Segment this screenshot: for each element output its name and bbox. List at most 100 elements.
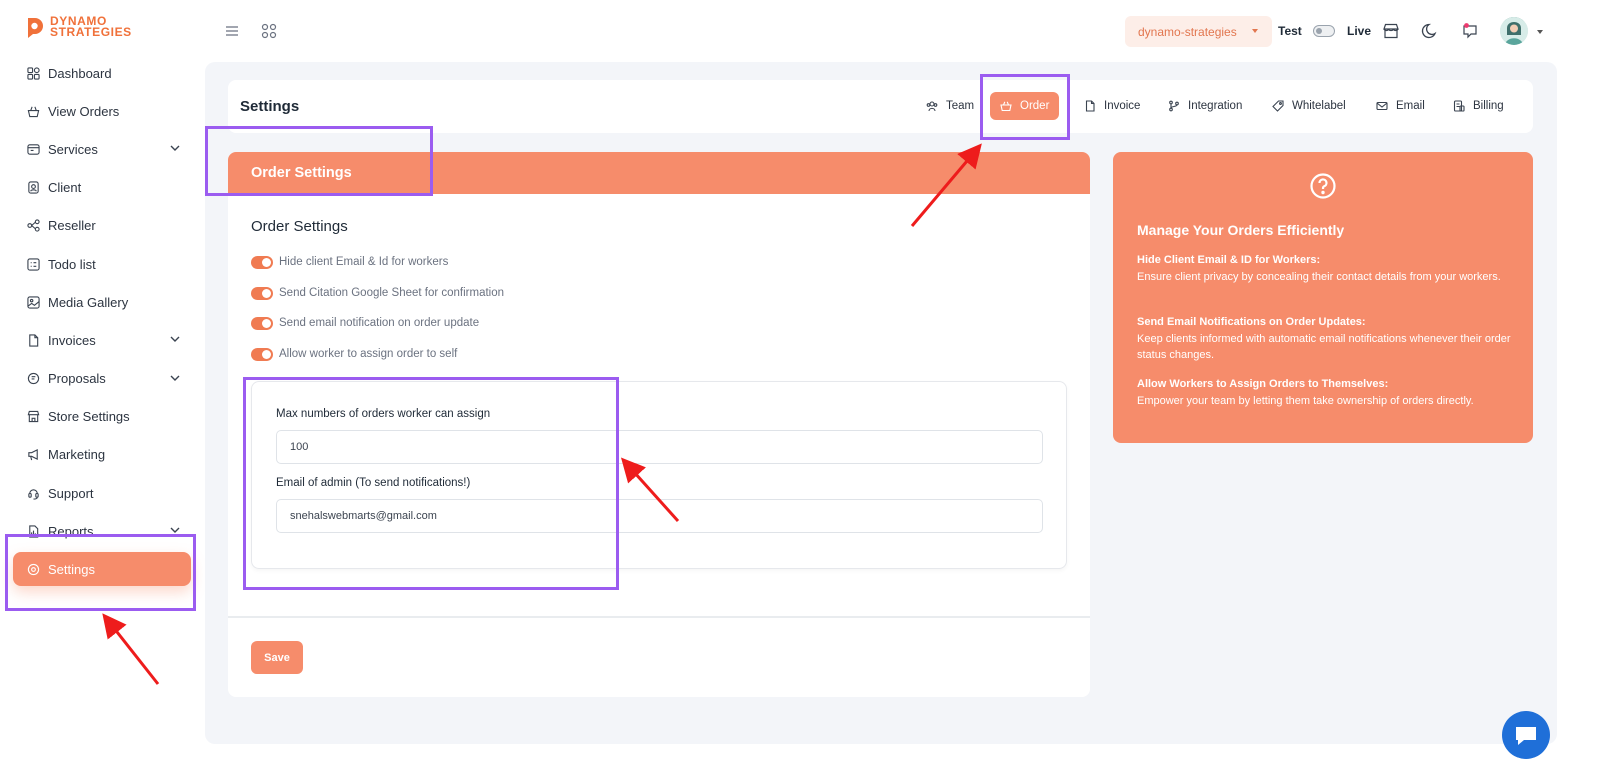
user-avatar[interactable]	[1500, 17, 1528, 45]
chevron-down-icon[interactable]	[169, 524, 181, 536]
sidebar: DYNAMO STRATEGIES Dashboard View Orders …	[0, 0, 205, 784]
top-header: dynamo-strategies Test Live	[205, 0, 1600, 62]
tab-label: Invoice	[1104, 100, 1141, 112]
toggle-switch[interactable]	[251, 347, 273, 361]
notification-icon[interactable]	[1461, 22, 1479, 40]
sidebar-item-todo-list[interactable]: Todo list	[13, 245, 191, 283]
order-settings-section-title: Order Settings	[251, 218, 348, 235]
help-block-text: Keep clients informed with automatic ema…	[1137, 332, 1511, 362]
sidebar-item-invoices[interactable]: Invoices	[13, 321, 191, 359]
sidebar-item-store-settings[interactable]: Store Settings	[13, 398, 191, 436]
sidebar-item-client[interactable]: Client	[13, 169, 191, 207]
chevron-down-icon[interactable]	[169, 142, 181, 154]
tab-invoice[interactable]: Invoice	[1074, 92, 1150, 120]
sidebar-item-dashboard[interactable]: Dashboard	[13, 54, 191, 92]
file-icon	[26, 333, 40, 347]
order-settings-card: Order Settings Order Settings Hide clien…	[228, 152, 1090, 697]
admin-email-label: Email of admin (To send notifications!)	[276, 477, 471, 489]
chat-bubble-icon	[1516, 727, 1536, 745]
basket-icon	[26, 104, 40, 118]
help-block-text: Ensure client privacy by concealing thei…	[1137, 270, 1501, 283]
tab-label: Whitelabel	[1292, 100, 1346, 112]
sidebar-item-settings[interactable]: Settings	[13, 552, 191, 587]
sidebar-item-services[interactable]: Services	[13, 130, 191, 168]
tab-email[interactable]: Email	[1366, 92, 1435, 120]
sidebar-item-reports[interactable]: Reports	[13, 512, 191, 550]
chevron-down-icon[interactable]	[169, 333, 181, 345]
help-block-text: Empower your team by letting them take o…	[1137, 394, 1474, 407]
services-icon	[26, 142, 40, 156]
main-content: Settings Team Order Invoice Integration …	[205, 62, 1557, 744]
store-selector[interactable]: dynamo-strategies	[1125, 16, 1272, 47]
settings-icon	[26, 562, 40, 576]
brand-line2: STRATEGIES	[50, 25, 132, 39]
sidebar-item-media-gallery[interactable]: Media Gallery	[13, 283, 191, 321]
team-icon	[926, 101, 938, 112]
tab-billing[interactable]: Billing	[1443, 92, 1514, 120]
help-card-title: Manage Your Orders Efficiently	[1137, 222, 1345, 238]
report-icon	[26, 524, 40, 538]
toggle-label: Allow worker to assign order to self	[279, 348, 458, 360]
billing-icon	[1453, 100, 1465, 112]
apps-icon[interactable]	[261, 23, 277, 39]
media-icon	[26, 295, 40, 309]
sidebar-item-label: Media Gallery	[48, 294, 129, 310]
store-front-icon[interactable]	[1382, 22, 1400, 40]
menu-icon[interactable]	[225, 24, 239, 38]
store-icon	[26, 410, 40, 424]
sidebar-item-reseller[interactable]: Reseller	[13, 207, 191, 245]
tab-whitelabel[interactable]: Whitelabel	[1262, 92, 1356, 120]
sidebar-item-label: Marketing	[48, 447, 106, 463]
sidebar-item-support[interactable]: Support	[13, 474, 191, 512]
caret-down-icon[interactable]	[1537, 30, 1543, 34]
caret-down-icon	[1252, 29, 1258, 33]
toggle-switch[interactable]	[251, 316, 273, 330]
toggle-worker-self-assign[interactable]: Allow worker to assign order to self	[251, 345, 457, 363]
help-block-heading: Hide Client Email & ID for Workers:	[1137, 254, 1321, 266]
tab-label: Integration	[1188, 100, 1243, 112]
tab-label: Team	[946, 100, 975, 112]
sidebar-item-proposals[interactable]: Proposals	[13, 360, 191, 398]
admin-email-input[interactable]	[276, 499, 1043, 533]
sidebar-item-label: Proposals	[48, 371, 106, 387]
max-orders-input[interactable]	[276, 430, 1043, 464]
order-settings-card-header: Order Settings	[228, 152, 1090, 194]
sidebar-nav: Dashboard View Orders Services Client Re…	[13, 54, 191, 587]
help-card: Manage Your Orders Efficiently Hide Clie…	[1113, 152, 1533, 443]
worker-limits-box: Max numbers of orders worker can assign …	[251, 381, 1067, 569]
chat-support-button[interactable]	[1502, 711, 1550, 759]
dark-mode-moon-icon[interactable]	[1421, 22, 1439, 40]
toggle-label: Send email notification on order update	[279, 317, 480, 329]
sidebar-item-label: Store Settings	[48, 409, 130, 425]
tab-order[interactable]: Order	[990, 92, 1060, 120]
sidebar-item-label: Services	[48, 141, 98, 157]
tab-label: Billing	[1473, 100, 1504, 112]
logo-icon	[26, 16, 44, 38]
toggle-switch[interactable]	[251, 255, 273, 269]
chevron-down-icon[interactable]	[169, 372, 181, 384]
save-button[interactable]: Save	[251, 641, 303, 674]
brand-logo[interactable]: DYNAMO STRATEGIES	[26, 15, 132, 39]
basket-icon	[1000, 101, 1012, 112]
sidebar-item-marketing[interactable]: Marketing	[13, 436, 191, 474]
mail-icon	[1376, 101, 1388, 111]
tab-label: Order	[1020, 100, 1050, 112]
test-live-toggle[interactable]	[1313, 25, 1335, 37]
page-title: Settings	[240, 98, 300, 115]
sidebar-item-label: View Orders	[48, 103, 120, 119]
sidebar-item-label: Dashboard	[48, 65, 112, 81]
settings-header: Settings Team Order Invoice Integration …	[228, 80, 1533, 133]
toggle-email-notification[interactable]: Send email notification on order update	[251, 314, 479, 332]
toggle-hide-client-email[interactable]: Hide client Email & Id for workers	[251, 253, 448, 271]
reseller-icon	[26, 219, 40, 233]
sidebar-item-label: Todo list	[48, 256, 96, 272]
tag-icon	[1272, 100, 1284, 112]
help-block-heading: Allow Workers to Assign Orders to Themse…	[1137, 378, 1389, 390]
tab-team[interactable]: Team	[916, 92, 984, 120]
tab-integration[interactable]: Integration	[1158, 92, 1252, 120]
sidebar-item-view-orders[interactable]: View Orders	[13, 92, 191, 130]
toggle-send-citation-sheet[interactable]: Send Citation Google Sheet for confirmat…	[251, 284, 504, 302]
sidebar-item-label: Settings	[48, 561, 95, 577]
toggle-switch[interactable]	[251, 286, 273, 300]
help-block: Send Email Notifications on Order Update…	[1137, 314, 1517, 364]
